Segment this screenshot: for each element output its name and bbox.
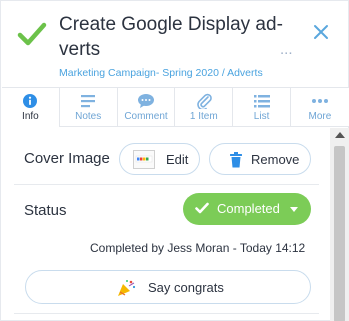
remove-cover-button[interactable]: Remove xyxy=(209,143,311,175)
status-dropdown[interactable]: Completed xyxy=(183,193,311,225)
breadcrumb[interactable]: Marketing Campaign- Spring 2020 / Advert… xyxy=(59,67,263,79)
task-info-content: Cover Image Edit Remove Status Completed… xyxy=(2,127,330,321)
tab-comment[interactable]: Comment xyxy=(118,88,176,127)
completed-check-icon xyxy=(17,22,47,46)
tab-attachments[interactable]: 1 Item xyxy=(175,88,234,127)
say-congrats-label: Say congrats xyxy=(148,280,224,295)
tab-more-label: More xyxy=(308,111,332,122)
divider xyxy=(14,184,319,185)
scroll-thumb[interactable] xyxy=(334,146,345,321)
comment-icon xyxy=(137,94,154,108)
notes-icon xyxy=(81,95,96,108)
tab-list[interactable]: List xyxy=(233,88,291,127)
status-value: Completed xyxy=(217,201,280,216)
task-header: Create Google Display ad-verts ... Marke… xyxy=(1,1,349,87)
tab-comment-label: Comment xyxy=(124,111,168,122)
tab-more[interactable]: More xyxy=(291,88,349,127)
tab-attachments-label: 1 Item xyxy=(189,111,218,122)
task-tabs: Info Notes Comment 1 Item List More xyxy=(2,87,349,128)
completed-by-text: Completed by Jess Moran - Today 14:12 xyxy=(90,241,306,255)
tab-info[interactable]: Info xyxy=(2,88,60,128)
status-check-icon xyxy=(195,202,209,214)
status-label: Status xyxy=(24,202,67,219)
party-popper-icon xyxy=(118,280,136,296)
info-icon xyxy=(23,94,38,108)
cover-image-label: Cover Image xyxy=(24,150,110,167)
more-icon xyxy=(311,99,328,103)
close-icon[interactable] xyxy=(310,21,332,43)
scroll-up-arrow-icon[interactable] xyxy=(335,132,345,138)
google-thumbnail-icon xyxy=(133,150,155,169)
remove-cover-label: Remove xyxy=(251,152,300,167)
task-title[interactable]: Create Google Display ad-verts xyxy=(59,12,289,62)
trash-icon xyxy=(230,152,242,168)
chevron-down-icon xyxy=(290,207,298,212)
divider xyxy=(14,313,319,314)
list-icon xyxy=(253,95,270,108)
edit-cover-label: Edit xyxy=(166,152,189,167)
task-detail-panel: Create Google Display ad-verts ... Marke… xyxy=(0,0,349,321)
task-options-button[interactable]: ... xyxy=(280,41,293,58)
say-congrats-button[interactable]: Say congrats xyxy=(25,270,311,304)
tab-notes-label: Notes xyxy=(75,111,102,122)
edit-cover-button[interactable]: Edit xyxy=(119,143,200,175)
paperclip-icon xyxy=(196,93,212,109)
tab-notes[interactable]: Notes xyxy=(60,88,118,127)
scrollbar[interactable] xyxy=(330,128,349,321)
tab-list-label: List xyxy=(253,111,270,122)
tab-info-label: Info xyxy=(22,111,39,122)
